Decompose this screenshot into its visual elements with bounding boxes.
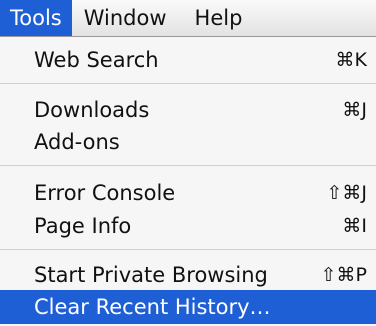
menubar-help[interactable]: Help xyxy=(183,0,259,36)
menu-item-label: Downloads xyxy=(34,98,150,122)
menu-item-label: Start Private Browsing xyxy=(34,263,268,287)
menubar-window[interactable]: Window xyxy=(72,0,183,36)
tools-menu: Web Search ⌘K Downloads ⌘J Add-ons Error… xyxy=(0,37,376,326)
menu-item-downloads[interactable]: Downloads ⌘J xyxy=(0,93,376,127)
menu-item-clear-recent-history[interactable]: Clear Recent History… xyxy=(0,290,376,324)
menubar-tools[interactable]: Tools xyxy=(0,0,72,36)
menu-item-web-search[interactable]: Web Search ⌘K xyxy=(0,43,376,77)
menu-separator xyxy=(0,249,376,250)
menu-item-shortcut: ⌘J xyxy=(342,99,367,121)
menu-item-label: Error Console xyxy=(34,181,176,205)
menu-item-label: Add-ons xyxy=(34,130,120,154)
menu-bar: Tools Window Help xyxy=(0,0,376,37)
menu-item-error-console[interactable]: Error Console ⇧⌘J xyxy=(0,176,376,210)
menu-item-add-ons[interactable]: Add-ons xyxy=(0,125,376,159)
menu-item-shortcut: ⇧⌘J xyxy=(326,182,367,204)
menu-item-shortcut: ⌘K xyxy=(335,49,367,71)
menu-item-page-info[interactable]: Page Info ⌘I xyxy=(0,209,376,243)
menu-separator xyxy=(0,165,376,166)
menu-item-label: Clear Recent History… xyxy=(34,295,271,319)
menu-separator xyxy=(0,83,376,84)
menu-item-start-private-browsing[interactable]: Start Private Browsing ⇧⌘P xyxy=(0,258,376,292)
menu-item-label: Page Info xyxy=(34,214,132,238)
menu-item-shortcut: ⇧⌘P xyxy=(320,264,367,286)
menu-item-shortcut: ⌘I xyxy=(342,215,367,237)
menu-item-label: Web Search xyxy=(34,48,159,72)
